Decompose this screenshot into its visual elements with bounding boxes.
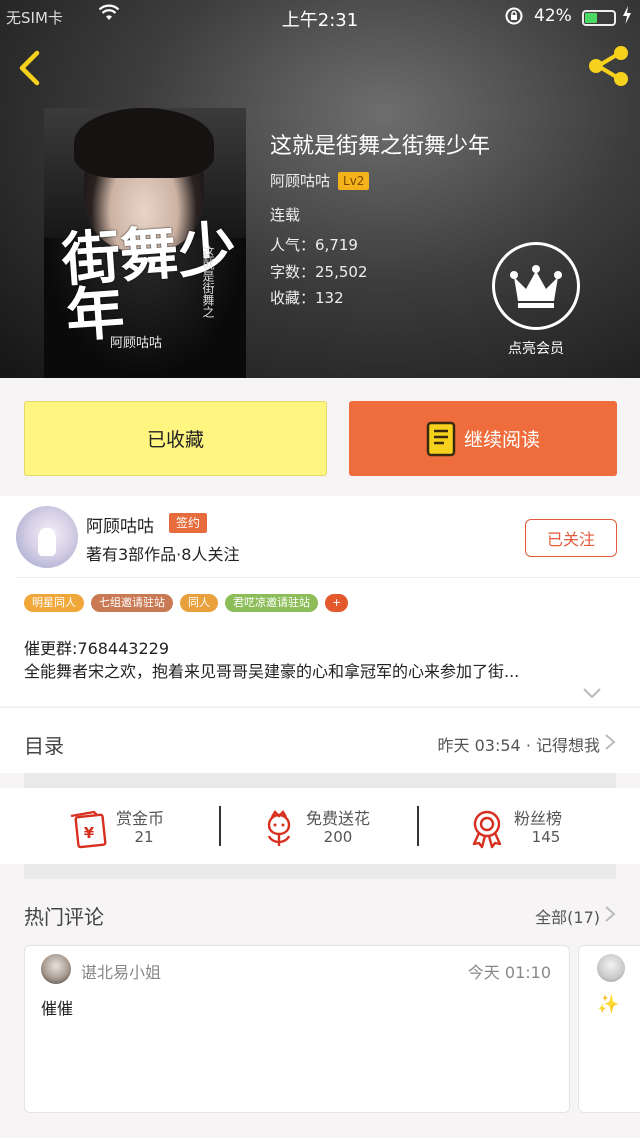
battery-percent: 42% — [534, 6, 572, 26]
signed-badge: 签约 — [169, 513, 208, 533]
favorite-button[interactable]: 已收藏 — [24, 401, 327, 476]
tag-item[interactable]: 同人 — [180, 594, 218, 612]
favorite-label: 已收藏 — [146, 429, 204, 451]
word-count-stat: 字数：25,502 — [270, 263, 368, 281]
author-info: 著有3部作品·8人关注 — [86, 545, 240, 564]
reward-coins-label: 赏金币 — [116, 809, 165, 828]
sparkle-icon: ✨ — [597, 994, 620, 1015]
divider — [16, 577, 640, 578]
cover-author: 阿顾咕咕 — [110, 336, 163, 351]
divider — [219, 806, 221, 846]
follow-button[interactable]: 已关注 — [525, 519, 617, 557]
reward-coins-button[interactable]: ¥ 赏金币 21 — [68, 802, 198, 850]
collections-stat: 收藏：132 — [270, 289, 344, 307]
book-author[interactable]: 阿顾咕咕 — [270, 172, 330, 190]
follow-label: 已关注 — [546, 530, 595, 549]
comment-card[interactable]: ✨ — [578, 945, 640, 1113]
commenter-name[interactable]: 谌北易小姐 — [81, 959, 161, 983]
crown-icon — [492, 242, 580, 330]
vip-label: 点亮会员 — [508, 341, 564, 357]
divider — [417, 806, 419, 846]
book-icon — [426, 421, 456, 456]
chevron-down-icon — [583, 688, 601, 699]
commenter-avatar[interactable] — [41, 954, 71, 984]
comment-time: 今天 01:10 — [467, 963, 551, 982]
fan-ranking-button[interactable]: 粉丝榜 145 — [466, 802, 596, 850]
comment-card[interactable]: 谌北易小姐 今天 01:10 催催 — [24, 945, 570, 1113]
expand-description-button[interactable] — [582, 684, 602, 699]
book-cover[interactable]: 街舞少年 这就是街舞之 阿顾咕咕 — [44, 108, 246, 378]
popularity-stat: 人气：6,719 — [270, 236, 358, 254]
svg-text:¥: ¥ — [84, 824, 95, 842]
rotation-lock-icon — [504, 6, 524, 30]
hot-comments-section: 热门评论 全部(17) 谌北易小姐 今天 01:10 催催 ✨ — [0, 879, 640, 1138]
red-envelope-icon: ¥ — [70, 810, 107, 849]
catalog-row[interactable]: 目录 昨天 03:54 · 记得想我 — [0, 707, 640, 773]
section-gap — [24, 864, 616, 879]
commenter-avatar[interactable] — [597, 954, 625, 982]
reward-stats: ¥ 赏金币 21 免费送花 200 粉丝榜 145 — [0, 788, 640, 864]
cover-figure-hair — [74, 108, 214, 178]
fan-ranking-value: 145 — [531, 828, 561, 846]
comment-text: 催催 — [41, 999, 74, 1018]
send-flower-value: 200 — [323, 828, 353, 846]
cover-title: 街舞少年 — [59, 214, 239, 351]
battery-icon — [582, 10, 616, 26]
chevron-right-icon — [605, 734, 616, 750]
serial-status: 连载 — [270, 206, 301, 224]
description-line-1: 催更群:768443229 — [24, 639, 170, 658]
all-comments-link[interactable]: 全部(17) — [535, 904, 600, 928]
tag-item[interactable]: 七组邀请驻站 — [91, 594, 173, 612]
tag-list: 明星同人 七组邀请驻站 同人 君呓凉邀请驻站 + — [24, 594, 349, 612]
medal-icon — [472, 810, 502, 849]
add-tag-button[interactable]: + — [325, 594, 349, 612]
chevron-left-icon — [19, 50, 40, 86]
catalog-title: 目录 — [24, 734, 64, 758]
status-bar: 无SIM卡 上午2:31 42% — [0, 0, 640, 34]
share-button[interactable] — [584, 44, 634, 88]
cover-subtitle: 这就是街舞之 — [201, 246, 215, 318]
level-badge: Lv2 — [338, 172, 370, 190]
author-avatar[interactable] — [16, 506, 78, 568]
tag-item[interactable]: 君呓凉邀请驻站 — [225, 594, 318, 612]
send-flower-label: 免费送花 — [306, 809, 371, 828]
send-flower-button[interactable]: 免费送花 200 — [258, 802, 388, 850]
continue-reading-button[interactable]: 继续阅读 — [349, 401, 617, 476]
author-name[interactable]: 阿顾咕咕 — [86, 512, 154, 537]
share-icon — [589, 46, 628, 86]
hot-comments-title: 热门评论 — [24, 905, 104, 929]
chevron-right-icon — [605, 906, 616, 922]
book-header: 无SIM卡 上午2:31 42% 街舞少年 这就是街舞之 阿顾咕咕 这就是街舞之… — [0, 0, 640, 378]
charging-icon — [622, 5, 632, 29]
flower-icon — [267, 810, 291, 846]
reward-coins-value: 21 — [134, 828, 154, 846]
back-button[interactable] — [10, 48, 50, 88]
fan-ranking-label: 粉丝榜 — [514, 809, 563, 828]
section-gap — [24, 773, 616, 788]
vip-button[interactable]: 点亮会员 — [490, 242, 582, 360]
book-title: 这就是街舞之街舞少年 — [270, 134, 491, 159]
continue-reading-label: 继续阅读 — [463, 429, 540, 451]
catalog-latest-update: 昨天 03:54 · 记得想我 — [437, 736, 600, 755]
author-section: 阿顾咕咕 签约 著有3部作品·8人关注 已关注 明星同人 七组邀请驻站 同人 君… — [0, 496, 640, 706]
book-author-row: 阿顾咕咕 Lv2 — [270, 170, 370, 191]
description-line-2: 全能舞者宋之欢，抱着来见哥哥吴建豪的心和拿冠军的心来参加了街... — [24, 662, 520, 681]
tag-item[interactable]: 明星同人 — [24, 594, 84, 612]
